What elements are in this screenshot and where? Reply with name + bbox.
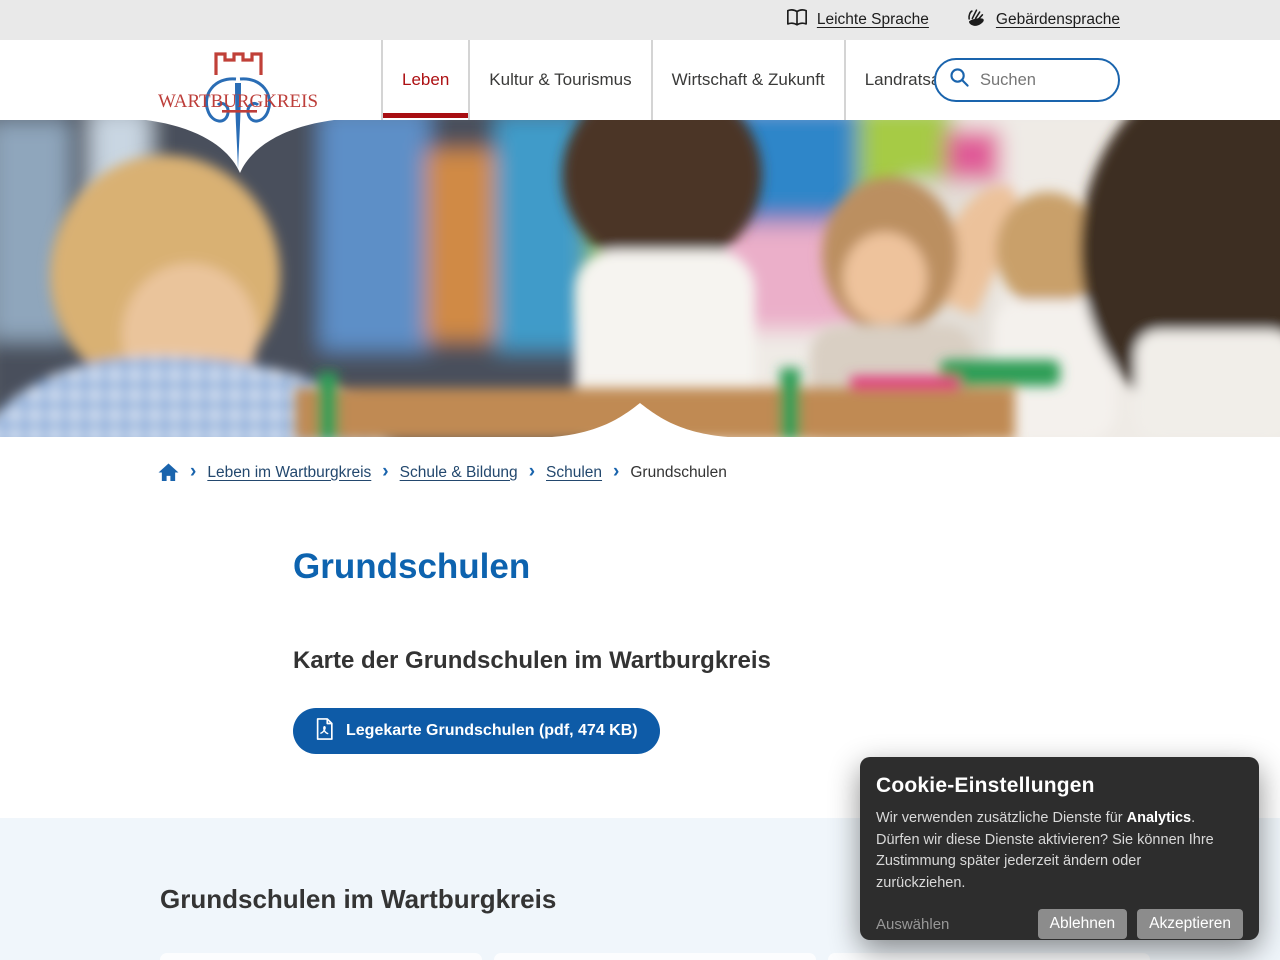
schools-section-heading: Grundschulen im Wartburgkreis [160, 884, 556, 915]
sign-language-icon [965, 7, 987, 34]
logo-wordmark: WARTBURGKREIS [158, 91, 318, 112]
home-icon[interactable] [158, 463, 179, 482]
cookie-dialog-text: Wir verwenden zusätzliche Dienste für An… [876, 808, 1234, 894]
section-heading: Karte der Grundschulen im Wartburgkreis [293, 647, 771, 675]
page: Leichte Sprache Gebärdensprache Leben Ku… [0, 0, 1280, 960]
search-icon[interactable] [949, 67, 970, 93]
cookie-decline-button[interactable]: Ablehnen [1038, 909, 1128, 939]
logo-castle-crown [216, 54, 261, 75]
cookie-dialog-title: Cookie-Einstellungen [876, 774, 1243, 798]
breadcrumb-separator-icon: › [529, 462, 535, 481]
school-card[interactable] [828, 953, 1150, 960]
logo-underline [222, 110, 257, 113]
pdf-file-icon [315, 718, 334, 745]
easy-language-label: Leichte Sprache [817, 11, 929, 29]
cookie-text-before: Wir verwenden zusätzliche Dienste für [876, 810, 1127, 826]
search-box[interactable] [934, 58, 1120, 102]
nav-item-label: Leben [402, 70, 449, 90]
nav-item-wirtschaft-zukunft[interactable]: Wirtschaft & Zukunft [651, 40, 844, 120]
breadcrumb-current-page: Grundschulen [630, 464, 727, 482]
cookie-consent-dialog: Cookie-Einstellungen Wir verwenden zusät… [860, 757, 1259, 940]
school-card[interactable] [160, 953, 482, 960]
download-pdf-button[interactable]: Legekarte Grundschulen (pdf, 474 KB) [293, 708, 660, 754]
wartburgkreis-logo[interactable]: WARTBURGKREIS [156, 45, 320, 175]
breadcrumb-separator-icon: › [613, 462, 619, 481]
breadcrumb-link-schule-bildung[interactable]: Schule & Bildung [400, 464, 518, 482]
nav-item-label: Kultur & Tourismus [489, 70, 631, 90]
search-input[interactable] [980, 71, 1105, 90]
cookie-text-analytics: Analytics [1127, 810, 1191, 826]
page-title: Grundschulen [293, 547, 530, 587]
breadcrumb-link-leben-im-wartburgkreis[interactable]: Leben im Wartburgkreis [207, 464, 371, 482]
nav-item-kultur-tourismus[interactable]: Kultur & Tourismus [468, 40, 650, 120]
cookie-select-link[interactable]: Auswählen [876, 916, 949, 933]
cookie-accept-button[interactable]: Akzeptieren [1137, 909, 1243, 939]
breadcrumb-separator-icon: › [382, 462, 388, 481]
breadcrumb: › Leben im Wartburgkreis › Schule & Bild… [158, 463, 727, 482]
school-cards-row [160, 953, 1150, 960]
school-card[interactable] [494, 953, 816, 960]
breadcrumb-link-schulen[interactable]: Schulen [546, 464, 602, 482]
sign-language-label: Gebärdensprache [996, 11, 1120, 29]
main-navigation: Leben Kultur & Tourismus Wirtschaft & Zu… [381, 40, 978, 120]
breadcrumb-separator-icon: › [190, 462, 196, 481]
nav-item-leben[interactable]: Leben [381, 40, 468, 120]
utility-bar: Leichte Sprache Gebärdensprache [0, 0, 1280, 40]
download-pdf-label: Legekarte Grundschulen (pdf, 474 KB) [346, 722, 638, 740]
nav-item-label: Wirtschaft & Zukunft [672, 70, 825, 90]
cookie-dialog-footer: Auswählen Ablehnen Akzeptieren [876, 909, 1243, 939]
easy-language-link[interactable]: Leichte Sprache [786, 8, 929, 32]
book-icon [786, 8, 808, 32]
cookie-buttons: Ablehnen Akzeptieren [1038, 909, 1243, 939]
site-header: Leben Kultur & Tourismus Wirtschaft & Zu… [0, 40, 1280, 120]
sign-language-link[interactable]: Gebärdensprache [965, 7, 1120, 34]
